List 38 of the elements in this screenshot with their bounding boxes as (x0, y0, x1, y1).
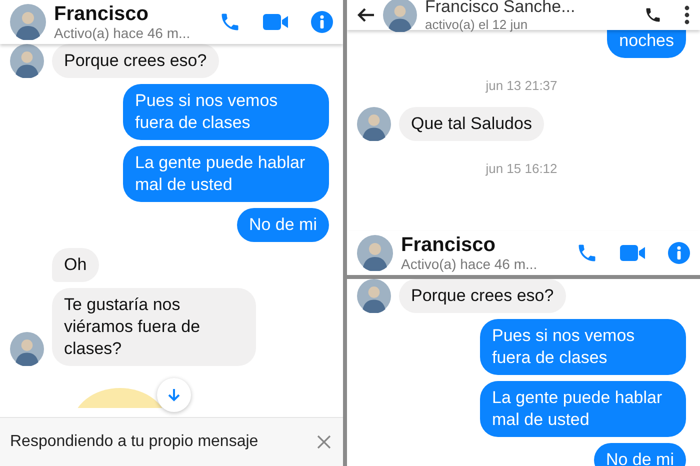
sent-message: Pues si nos vemos fuera de clases (480, 319, 686, 375)
received-message: Te gustaría nos viéramos fuera de clases? (52, 288, 256, 366)
received-message: Oh (52, 248, 99, 282)
avatar-icon (383, 0, 417, 32)
received-message: Porque crees eso? (399, 279, 566, 313)
sent-message: La gente puede hablar mal de usted (480, 381, 686, 437)
active-status: activo(a) el 12 jun (425, 16, 529, 32)
avatar-icon (357, 235, 393, 271)
timestamp: jun 15 16:12 (486, 160, 558, 178)
active-status: Activo(a) hace 46 m... (401, 256, 538, 272)
sent-message: La gente puede hablar mal de usted (123, 146, 329, 202)
avatar-icon (10, 332, 44, 366)
received-message: Porque crees eso? (52, 44, 219, 78)
active-status: Activo(a) hace 46 m... (54, 25, 192, 41)
info-icon[interactable] (311, 11, 333, 33)
contact-name: Francisco (54, 3, 150, 25)
sent-message: No de mi (594, 443, 686, 466)
video-camera-icon[interactable] (620, 244, 646, 262)
info-icon[interactable] (668, 242, 690, 264)
received-message: Que tal Saludos (399, 107, 544, 141)
avatar-icon (357, 279, 391, 313)
more-icon[interactable] (684, 5, 690, 25)
down-arrow-icon[interactable] (168, 388, 180, 402)
avatar-icon (10, 44, 44, 78)
back-arrow-icon[interactable] (357, 7, 375, 23)
phone-icon[interactable] (644, 6, 662, 24)
contact-name: Francisco Sanche... (425, 0, 576, 17)
sent-message: No de mi (236, 208, 329, 242)
sent-message: Pues si nos vemos fuera de clases (123, 84, 329, 140)
video-camera-icon[interactable] (263, 13, 289, 31)
timestamp: jun 13 21:37 (486, 77, 558, 95)
avatar-icon (10, 4, 46, 40)
reply-label: Respondiendo a tu propio mensaje (10, 433, 258, 451)
scroll-down-button[interactable] (157, 378, 191, 412)
sent-message: noches (607, 30, 686, 58)
avatar-icon (357, 107, 391, 141)
close-icon[interactable] (317, 435, 331, 449)
contact-name: Francisco (401, 234, 496, 256)
